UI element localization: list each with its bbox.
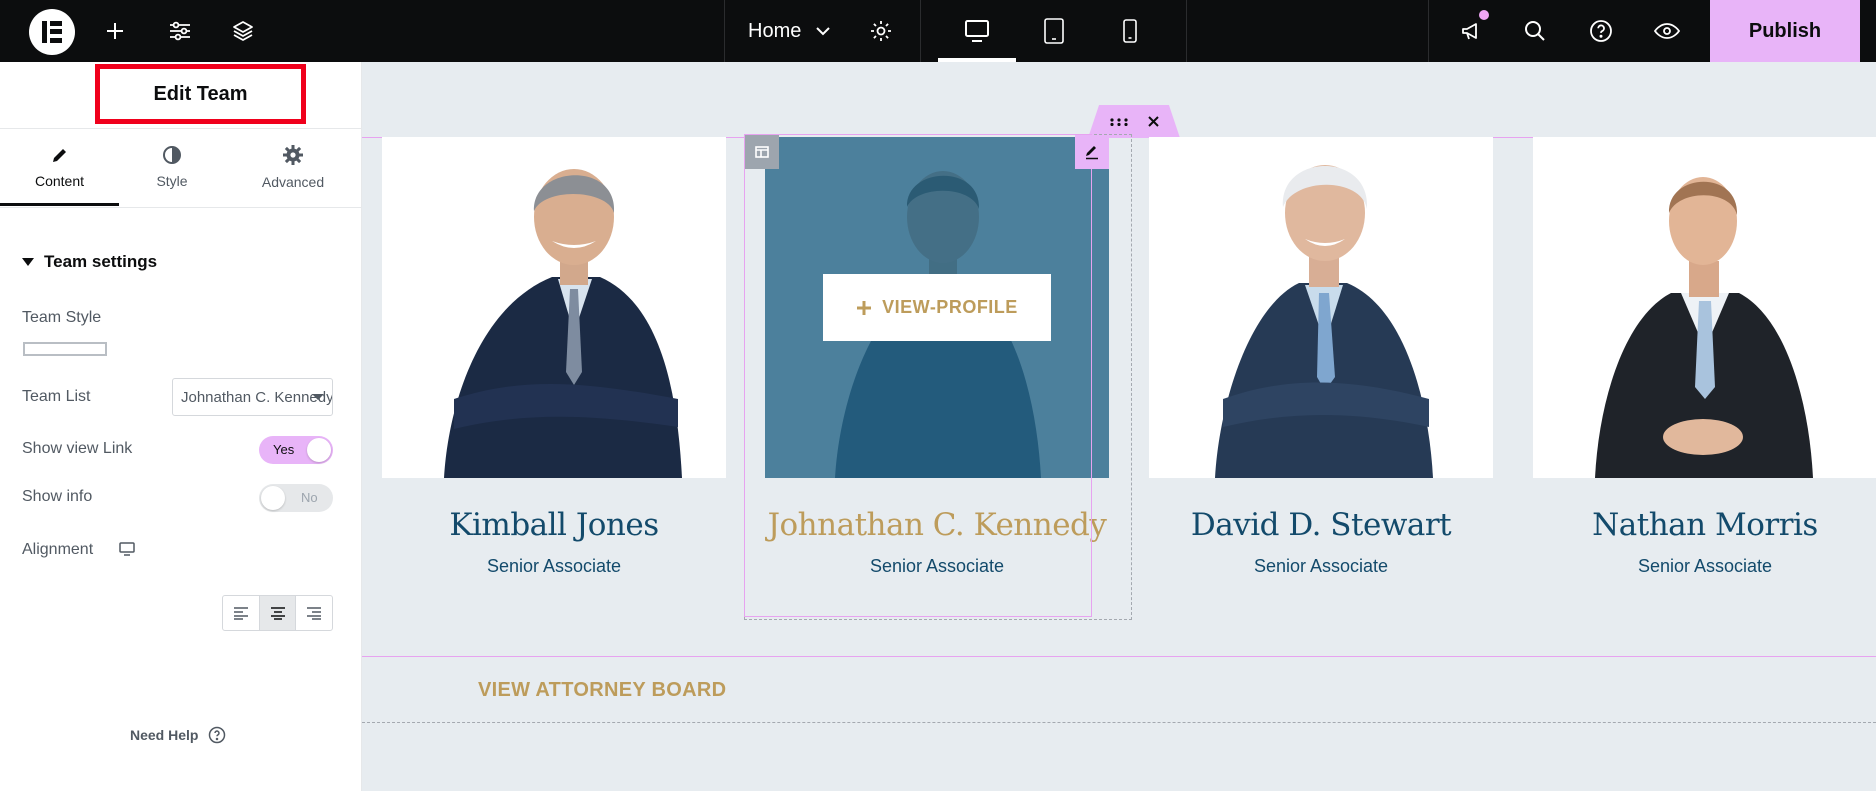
search-icon[interactable] [1520,0,1550,62]
alignment-label: Alignment [22,541,94,558]
team-card[interactable]: David D. Stewart Senior Associate [1149,137,1493,576]
tab-label: Style [156,173,188,189]
team-card[interactable]: Kimball Jones Senior Associate [382,137,726,576]
panel-title: Edit Team [153,82,248,105]
pencil-icon [52,149,66,162]
divider [0,207,361,208]
need-help-label: Need Help [130,727,199,743]
toggle-text: No [301,490,318,505]
column-handle[interactable] [745,135,779,169]
tab-label: Content [34,173,85,189]
close-icon[interactable] [1147,116,1159,127]
panel-title-highlight: Edit Team [95,64,306,124]
desktop-icon[interactable] [938,0,1016,62]
caret-down-icon [312,394,324,400]
tab-advanced[interactable]: Advanced [225,128,361,206]
show-view-link-toggle[interactable]: Yes [259,436,333,464]
widget-outline [744,134,1092,617]
desktop-icon[interactable] [119,542,135,557]
team-photo [1149,137,1493,478]
show-info-label: Show info [22,488,93,505]
toggle-knob [307,438,331,462]
tablet-icon[interactable] [1016,0,1092,62]
team-photo [1533,137,1876,478]
column-icon [755,146,769,158]
help-icon[interactable] [1586,0,1616,62]
preview-canvas: Kimball Jones Senior Associate VIEW-PROF… [362,62,1876,791]
eye-icon[interactable] [1652,0,1682,62]
team-card[interactable]: Nathan Morris Senior Associate [1533,137,1876,576]
mobile-icon[interactable] [1092,0,1168,62]
elementor-logo-icon[interactable] [29,9,75,55]
team-member-role: Senior Associate [1253,556,1389,576]
team-member-role: Senior Associate [486,556,622,576]
team-member-role: Senior Associate [1637,556,1773,576]
half-circle-icon [163,146,181,164]
alignment-control [222,595,333,631]
team-list-value: Johnathan C. Kennedy [181,388,333,406]
team-member-name: Nathan Morris [1592,507,1818,543]
team-photo [382,137,726,478]
toggle-text: Yes [273,442,295,457]
caret-down-icon [22,258,34,266]
team-style-preview[interactable] [23,342,107,356]
need-help-link[interactable]: Need Help [130,726,226,744]
section-team-settings[interactable]: Team settings [22,252,157,272]
section-title: Team settings [44,252,158,271]
chevron-down-icon [816,27,831,36]
gear-icon [283,145,303,165]
page-name: Home [748,19,802,42]
align-center-button[interactable] [259,596,297,630]
align-left-button[interactable] [223,596,260,630]
align-right-icon [307,607,322,620]
add-icon[interactable] [100,0,130,62]
person-photo [444,169,682,478]
team-member-name: David D. Stewart [1190,507,1452,543]
align-left-icon [233,607,248,620]
tab-content[interactable]: Content [0,128,119,206]
gear-icon[interactable] [866,0,896,62]
drag-handle-icon[interactable] [1109,117,1128,126]
person-photo [1215,165,1433,478]
pencil-icon [1086,146,1098,160]
page-selector[interactable]: Home [748,0,831,62]
align-center-icon [270,607,285,620]
section-divider [362,722,1876,723]
notification-dot [1479,10,1489,20]
person-photo [1595,177,1813,478]
layers-icon[interactable] [228,0,258,62]
view-attorney-board-link[interactable]: VIEW ATTORNEY BOARD [478,679,726,702]
show-info-toggle[interactable]: No [259,484,333,512]
team-list-select[interactable]: Johnathan C. Kennedy [172,378,333,416]
publish-button[interactable]: Publish [1710,0,1860,62]
align-right-button[interactable] [296,596,332,630]
top-bar: Home Publish [0,0,1876,62]
show-view-link-label: Show view Link [22,440,133,457]
sliders-icon[interactable] [165,0,195,62]
team-list-label: Team List [22,388,91,405]
active-tab-indicator [0,203,119,206]
team-style-label: Team Style [22,309,102,326]
toggle-knob [261,486,285,510]
help-icon [209,726,226,744]
editor-panel: Edit Team Content Style Advanced Team se… [0,62,362,791]
team-member-name: Kimball Jones [449,507,659,543]
tab-label: Advanced [261,174,325,190]
tab-style[interactable]: Style [119,128,225,206]
edit-widget-button[interactable] [1075,135,1109,169]
